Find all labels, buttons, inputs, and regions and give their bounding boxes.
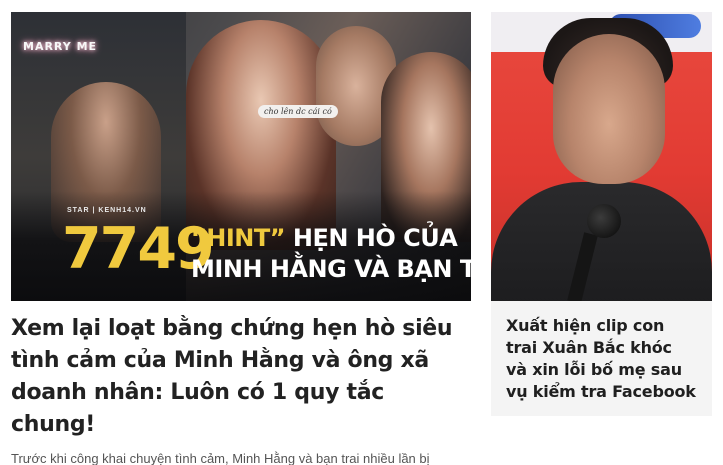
featured-story-thumbnail[interactable]: MARRY ME cho lên dc cái có STAR | KENH14… bbox=[11, 12, 471, 301]
thumbnail-headline-rest: HẸN HÒ CỦA bbox=[285, 224, 458, 252]
thumbnail-man-face bbox=[553, 34, 665, 184]
thumbnail-brand-label: STAR | KENH14.VN bbox=[67, 207, 147, 214]
featured-story-summary: Trước khi công khai chuyện tình cảm, Min… bbox=[11, 451, 430, 465]
thumbnail-neon-sign: MARRY ME bbox=[23, 40, 98, 53]
microphone-icon bbox=[587, 204, 621, 238]
thumbnail-headline-line2: MINH HẰNG VÀ BẠN TRAI bbox=[191, 255, 471, 283]
side-story-thumbnail[interactable] bbox=[491, 12, 712, 301]
thumbnail-man-body bbox=[491, 182, 712, 301]
thumbnail-hint-word: “HINT” bbox=[191, 224, 286, 252]
side-story-title[interactable]: Xuất hiện clip con trai Xuân Bắc khóc và… bbox=[491, 301, 712, 403]
thumbnail-headline-line1: “HINT” HẸN HÒ CỦA bbox=[191, 224, 458, 252]
side-story-card: Xuất hiện clip con trai Xuân Bắc khóc và… bbox=[491, 12, 712, 416]
thumbnail-chat-bubble: cho lên dc cái có bbox=[258, 105, 338, 118]
featured-story-card: MARRY ME cho lên dc cái có STAR | KENH14… bbox=[11, 12, 471, 465]
featured-story-title[interactable]: Xem lại loạt bằng chứng hẹn hò siêu tình… bbox=[11, 313, 471, 441]
